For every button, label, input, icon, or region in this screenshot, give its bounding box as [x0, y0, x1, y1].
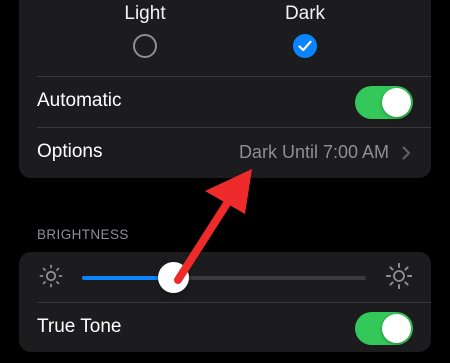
automatic-row: Automatic	[19, 77, 431, 127]
brightness-slider[interactable]	[82, 262, 366, 293]
appearance-option-dark[interactable]: Dark	[255, 0, 355, 58]
brightness-section-header: BRIGHTNESS	[37, 227, 129, 242]
toggle-knob	[382, 88, 411, 117]
dark-radio-button[interactable]	[293, 34, 317, 58]
checkmark-icon	[298, 40, 312, 52]
options-label: Options	[37, 141, 103, 162]
chevron-right-icon	[402, 146, 410, 160]
high-brightness-icon	[386, 263, 412, 289]
toggle-knob	[382, 314, 411, 343]
options-value: Dark Until 7:00 AM	[238, 142, 389, 162]
light-label: Light	[124, 3, 166, 24]
automatic-toggle[interactable]	[355, 86, 413, 119]
appearance-option-light[interactable]: Light	[95, 0, 195, 58]
brightness-slider-thumb[interactable]	[157, 262, 189, 293]
options-row[interactable]: Options Dark Until 7:00 AM	[19, 128, 431, 178]
light-radio-button[interactable]	[133, 34, 157, 58]
brightness-card: True Tone	[19, 252, 431, 352]
true-tone-label: True Tone	[37, 316, 122, 337]
true-tone-toggle[interactable]	[355, 312, 413, 345]
true-tone-row: True Tone	[19, 303, 431, 352]
automatic-label: Automatic	[37, 90, 122, 111]
dark-label: Dark	[284, 3, 326, 24]
low-brightness-icon	[39, 264, 63, 288]
appearance-card: Light Dark Automatic Options Dark Until …	[19, 0, 431, 178]
